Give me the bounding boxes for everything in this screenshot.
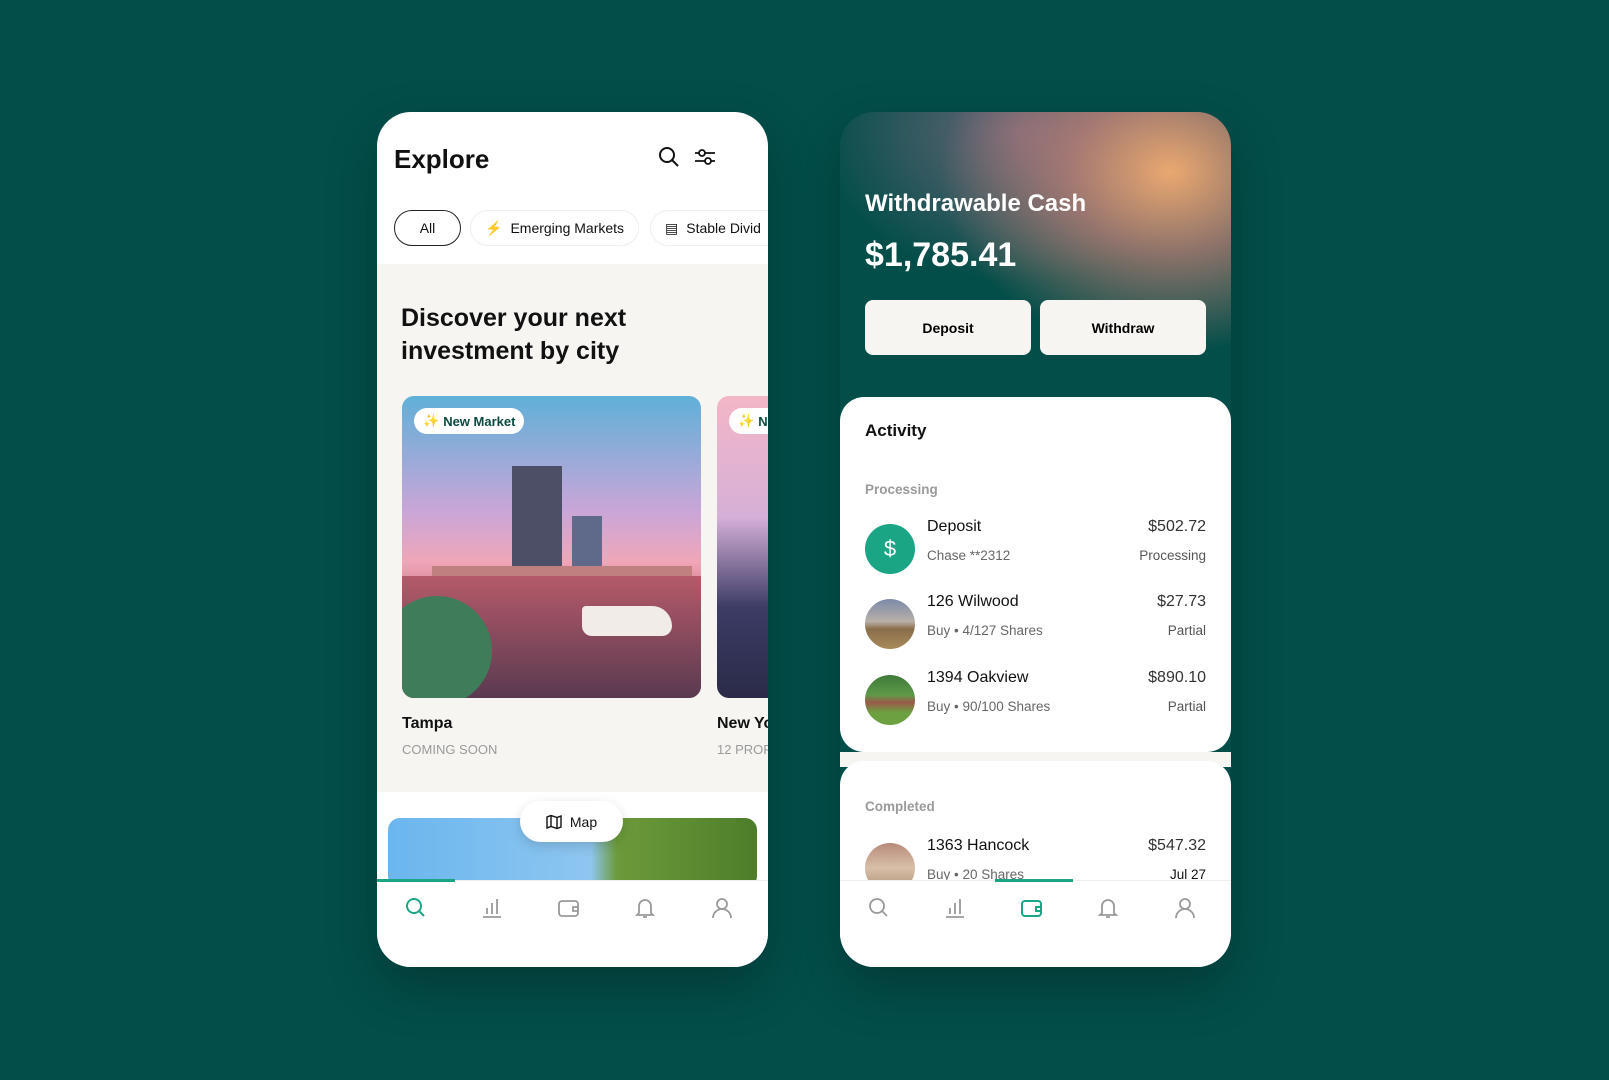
bar-chart-icon (483, 899, 501, 918)
tab-notifications[interactable] (1093, 893, 1123, 923)
bottom-tab-bar (377, 879, 768, 967)
property-thumbnail (865, 599, 915, 649)
row-status: Processing (1139, 548, 1206, 563)
wallet-icon (558, 900, 579, 917)
new-market-badge: ✨Ne (729, 408, 768, 434)
completed-label: Completed (865, 799, 935, 814)
city-status: COMING SOON (402, 742, 498, 757)
filter-chip-emerging-markets[interactable]: ⚡ Emerging Markets (470, 210, 640, 246)
row-amount: $27.73 (1157, 593, 1206, 610)
row-status: Partial (1167, 699, 1206, 714)
page-title: Explore (394, 144, 490, 174)
tab-wallet[interactable] (1017, 893, 1047, 923)
row-amount: $547.32 (1148, 837, 1206, 854)
city-card-new-york[interactable]: ✨Ne (717, 396, 768, 698)
new-market-badge: ✨ New Market (414, 408, 525, 434)
tab-portfolio[interactable] (940, 893, 970, 923)
sparkle-chart-icon: ⚡ (485, 219, 503, 236)
map-button[interactable]: Map (520, 801, 623, 842)
row-status: Partial (1167, 623, 1206, 638)
bottom-tab-bar (840, 879, 1231, 967)
tab-search[interactable] (401, 893, 431, 923)
row-detail: Chase **2312 (927, 548, 1011, 563)
filter-chip-all[interactable]: All (394, 210, 461, 246)
map-icon (546, 814, 562, 829)
activity-title: Activity (865, 421, 927, 440)
processing-label: Processing (865, 482, 938, 497)
chip-label: Stable Divid (686, 220, 761, 236)
user-icon (1175, 898, 1195, 919)
active-tab-indicator (377, 879, 455, 882)
tab-profile[interactable] (707, 893, 737, 923)
activity-row[interactable]: 126 Wilwood Buy • 4/127 Shares $27.73 Pa… (865, 593, 1206, 651)
city-status: 12 PROP (717, 742, 768, 757)
activity-row[interactable]: 1394 Oakview Buy • 90/100 Shares $890.10… (865, 669, 1206, 727)
sparkle-icon: ✨ (738, 413, 755, 428)
row-detail: Buy • 4/127 Shares (927, 623, 1043, 638)
cash-icon: ▤ (665, 219, 679, 236)
row-name: Deposit (927, 518, 982, 535)
chip-label: Emerging Markets (510, 220, 625, 236)
tab-search[interactable] (864, 893, 894, 923)
user-icon (712, 898, 732, 919)
row-name: 1394 Oakview (927, 669, 1029, 686)
bar-chart-icon (946, 899, 964, 918)
row-name: 1363 Hancock (927, 837, 1030, 854)
search-icon (406, 898, 425, 917)
city-name: New Yo (717, 715, 768, 732)
withdraw-button[interactable]: Withdraw (1040, 300, 1206, 355)
wallet-icon (1021, 900, 1042, 917)
activity-processing-panel: Activity Processing $ Deposit Chase **23… (840, 397, 1231, 752)
row-name: 126 Wilwood (927, 593, 1019, 610)
property-thumbnail (865, 675, 915, 725)
city-name: Tampa (402, 715, 453, 732)
bell-icon (634, 899, 656, 918)
search-icon (869, 898, 888, 917)
filter-sliders-icon[interactable] (693, 145, 717, 174)
tab-notifications[interactable] (630, 893, 660, 923)
chip-label: All (419, 220, 436, 236)
balance-label: Withdrawable Cash (865, 190, 1087, 217)
tab-portfolio[interactable] (477, 893, 507, 923)
dollar-icon: $ (865, 524, 915, 574)
active-tab-indicator (995, 879, 1073, 882)
search-icon[interactable] (657, 145, 681, 174)
row-amount: $890.10 (1148, 669, 1206, 686)
activity-row[interactable]: $ Deposit Chase **2312 $502.72 Processin… (865, 518, 1206, 576)
row-amount: $502.72 (1148, 518, 1206, 535)
wallet-screen: Withdrawable Cash $1,785.41 Deposit With… (840, 112, 1231, 967)
tab-wallet[interactable] (554, 893, 584, 923)
deposit-button[interactable]: Deposit (865, 300, 1031, 355)
tab-profile[interactable] (1170, 893, 1200, 923)
bell-icon (1097, 899, 1119, 918)
section-headline: Discover your next investment by city (401, 304, 627, 365)
filter-chip-stable-dividends[interactable]: ▤ Stable Divid (650, 210, 768, 246)
explore-screen: Explore All ⚡ Emerging Markets ▤ Stable Di… (377, 112, 768, 967)
sparkle-icon: ✨ (423, 413, 440, 428)
city-card-tampa[interactable]: ✨ New Market (402, 396, 701, 698)
row-detail: Buy • 90/100 Shares (927, 699, 1051, 714)
balance-amount: $1,785.41 (865, 236, 1017, 274)
